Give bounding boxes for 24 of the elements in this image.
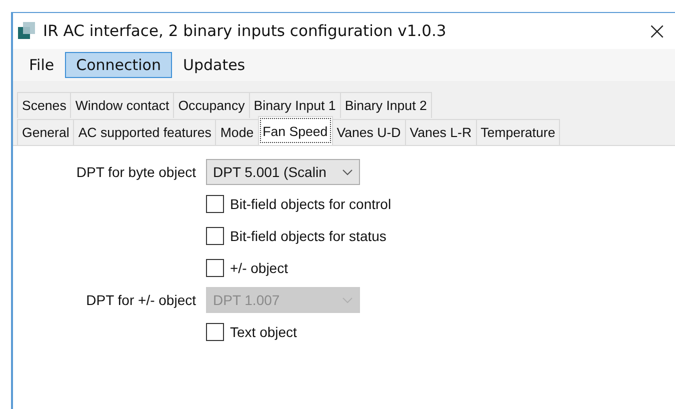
close-button[interactable]: ×	[637, 17, 675, 45]
dropdown[interactable]: DPT 5.001 (Scalin	[206, 159, 360, 185]
window-title: IR AC interface, 2 binary inputs configuration v1.0.3	[43, 22, 448, 40]
field-label: DPT for +/- object	[85, 292, 196, 308]
field-label: DPT for byte object	[75, 164, 196, 180]
app-icon	[17, 21, 37, 41]
menu-item[interactable]: Updates	[172, 52, 256, 78]
checkbox[interactable]	[206, 259, 224, 277]
tab[interactable]: Fan Speed	[258, 116, 333, 145]
tab[interactable]: Scenes	[17, 92, 72, 118]
checkbox[interactable]	[206, 195, 224, 213]
checkbox[interactable]	[206, 227, 224, 245]
tab[interactable]: General	[17, 119, 74, 145]
menu-item[interactable]: Connection	[65, 52, 172, 78]
tab[interactable]: Temperature	[476, 119, 560, 145]
chevron-down-icon	[342, 296, 353, 304]
checkbox-label: +/- object	[230, 260, 288, 276]
checkbox[interactable]	[206, 323, 224, 341]
checkbox-label: Bit-field objects for control	[230, 196, 392, 212]
menu-item[interactable]: File	[18, 52, 66, 78]
tab[interactable]: Binary Input 2	[340, 92, 432, 118]
chevron-down-icon	[342, 168, 353, 176]
checkbox-label: Bit-field objects for status	[230, 228, 386, 244]
checkbox-label: Text object	[230, 324, 297, 340]
